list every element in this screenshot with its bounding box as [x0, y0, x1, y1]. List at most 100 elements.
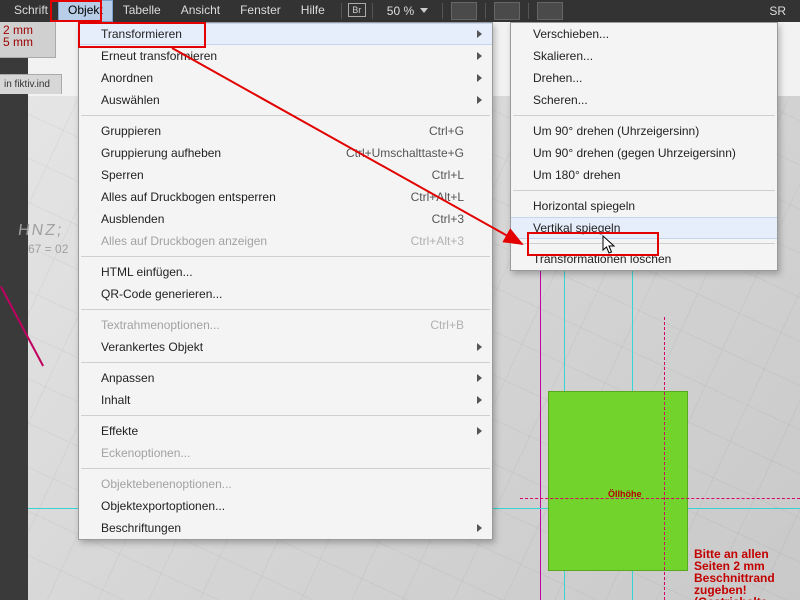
menu-item-label: Skalieren... [533, 49, 593, 63]
note-line: (Gestrichelte Linie) [694, 596, 794, 600]
menu-separator [81, 362, 490, 363]
transformieren-submenu: Verschieben... Skalieren... Drehen... Scher… [510, 22, 778, 271]
selected-frame[interactable] [548, 391, 688, 571]
menu-separator [513, 115, 775, 116]
view-options-icon[interactable] [451, 2, 477, 20]
objekt-menu-item[interactable]: HTML einfügen... [79, 261, 492, 283]
chevron-down-icon [420, 8, 428, 15]
objekt-menu-item[interactable]: Effekte [79, 420, 492, 442]
objekt-menu-item[interactable]: Beschriftungen [79, 517, 492, 539]
objekt-menu-item[interactable]: Ausblenden Ctrl+3 [79, 208, 492, 230]
transform-menu-item[interactable]: Horizontal spiegeln [511, 195, 777, 217]
note-line: Beschnittrand zugeben! [694, 572, 794, 596]
objekt-menu-item[interactable]: Alles auf Druckbogen entsperrenCtrl+Alt+… [79, 186, 492, 208]
separator [442, 3, 443, 19]
transform-menu-item[interactable]: Verschieben... [511, 23, 777, 45]
objekt-menu-item: Alles auf Druckbogen anzeigenCtrl+Alt+3 [79, 230, 492, 252]
document-tab[interactable]: in fiktiv.ind [0, 74, 62, 94]
screen-mode-icon[interactable] [494, 2, 520, 20]
submenu-arrow-icon [477, 396, 482, 404]
objekt-menu-item[interactable]: Verankertes Objekt [79, 336, 492, 358]
transform-menu-item[interactable]: Scheren... [511, 89, 777, 111]
menu-separator [81, 415, 490, 416]
menu-item-label: Verankertes Objekt [101, 340, 203, 354]
transform-menu-item[interactable]: Transformationen löschen [511, 248, 777, 270]
objekt-menu-item[interactable]: Auswählen [79, 89, 492, 111]
zoom-value: 50 % [387, 4, 414, 18]
transform-menu-item[interactable]: Um 90° drehen (gegen Uhrzeigersinn) [511, 142, 777, 164]
menu-shortcut: Ctrl+Umschalttaste+G [306, 146, 464, 160]
zoom-level[interactable]: 50 % [379, 0, 436, 22]
menu-tabelle[interactable]: Tabelle [113, 0, 171, 22]
transform-menu-item[interactable]: Drehen... [511, 67, 777, 89]
bleed-guide-vertical [664, 317, 665, 600]
menu-item-label: Drehen... [533, 71, 582, 85]
annotation-note: Bitte an allen Seiten 2 mm Beschnittrand… [694, 548, 794, 600]
separator [372, 3, 373, 19]
objekt-menu-item[interactable]: SperrenCtrl+L [79, 164, 492, 186]
menu-item-label: Textrahmenoptionen... [101, 318, 220, 332]
menu-item-label: Auswählen [101, 93, 160, 107]
bg-text: HNZ; [17, 222, 65, 240]
dimension-label: Öllhöhe [608, 489, 642, 499]
note-line: Bitte an allen Seiten 2 mm [694, 548, 794, 572]
menu-separator [81, 468, 490, 469]
transform-menu-item[interactable]: Um 180° drehen [511, 164, 777, 186]
menu-item-label: Transformationen löschen [533, 252, 671, 266]
transform-menu-item[interactable]: Um 90° drehen (Uhrzeigersinn) [511, 120, 777, 142]
submenu-arrow-icon [477, 74, 482, 82]
objekt-menu-item[interactable]: Anpassen [79, 367, 492, 389]
menu-item-label: Scheren... [533, 93, 588, 107]
ruler-fragment: 2 mm 5 mm [0, 22, 56, 58]
transform-menu-item[interactable]: Vertikal spiegeln [511, 217, 777, 239]
menu-item-label: Alles auf Druckbogen anzeigen [101, 234, 267, 248]
menu-item-label: Verschieben... [533, 27, 609, 41]
bleed-guide-horizontal [520, 498, 800, 499]
objekt-menu-item[interactable]: Inhalt [79, 389, 492, 411]
menu-separator [513, 190, 775, 191]
menu-ansicht[interactable]: Ansicht [171, 0, 230, 22]
objekt-menu-item[interactable]: Erneut transformieren [79, 45, 492, 67]
menu-item-label: Objektexportoptionen... [101, 499, 225, 513]
objekt-menu-item[interactable]: Anordnen [79, 67, 492, 89]
submenu-arrow-icon [477, 374, 482, 382]
objekt-menu-item[interactable]: QR-Code generieren... [79, 283, 492, 305]
submenu-arrow-icon [477, 30, 482, 38]
menu-schrift[interactable]: Schrift [4, 0, 58, 22]
bg-text: 67 = 02 [28, 242, 68, 256]
arrange-docs-icon[interactable] [537, 2, 563, 20]
menu-shortcut: Ctrl+B [390, 318, 464, 332]
menu-item-label: Ausblenden [101, 212, 164, 226]
menu-item-label: Um 180° drehen [533, 168, 621, 182]
menu-shortcut: Ctrl+L [392, 168, 464, 182]
transform-menu-item[interactable]: Skalieren... [511, 45, 777, 67]
separator [485, 3, 486, 19]
separator [341, 3, 342, 19]
menu-item-label: Vertikal spiegeln [533, 221, 620, 235]
objekt-menu-item[interactable]: Objektexportoptionen... [79, 495, 492, 517]
menu-item-label: Erneut transformieren [101, 49, 217, 63]
menu-item-label: QR-Code generieren... [101, 287, 222, 301]
menu-objekt[interactable]: Objekt [58, 0, 113, 22]
workspace-switcher[interactable]: SR [759, 1, 796, 21]
menu-fenster[interactable]: Fenster [230, 0, 291, 22]
menu-item-label: HTML einfügen... [101, 265, 193, 279]
objekt-menu-item[interactable]: Transformieren [79, 23, 492, 45]
menu-shortcut: Ctrl+Alt+L [371, 190, 464, 204]
objekt-menu-item[interactable]: Gruppierung aufhebenCtrl+Umschalttaste+G [79, 142, 492, 164]
menu-shortcut: Ctrl+G [389, 124, 464, 138]
menu-item-label: Um 90° drehen (Uhrzeigersinn) [533, 124, 699, 138]
menu-shortcut: Ctrl+3 [392, 212, 464, 226]
menu-item-label: Effekte [101, 424, 138, 438]
menu-separator [513, 243, 775, 244]
submenu-arrow-icon [477, 524, 482, 532]
menubar: Schrift Objekt Tabelle Ansicht Fenster H… [0, 0, 800, 22]
objekt-menu-item[interactable]: GruppierenCtrl+G [79, 120, 492, 142]
menu-item-label: Objektebenenoptionen... [101, 477, 232, 491]
menu-item-label: Horizontal spiegeln [533, 199, 635, 213]
bg-line [0, 287, 60, 377]
menu-hilfe[interactable]: Hilfe [291, 0, 335, 22]
menu-separator [81, 115, 490, 116]
bridge-icon[interactable]: Br [348, 3, 366, 17]
menu-item-label: Eckenoptionen... [101, 446, 190, 460]
